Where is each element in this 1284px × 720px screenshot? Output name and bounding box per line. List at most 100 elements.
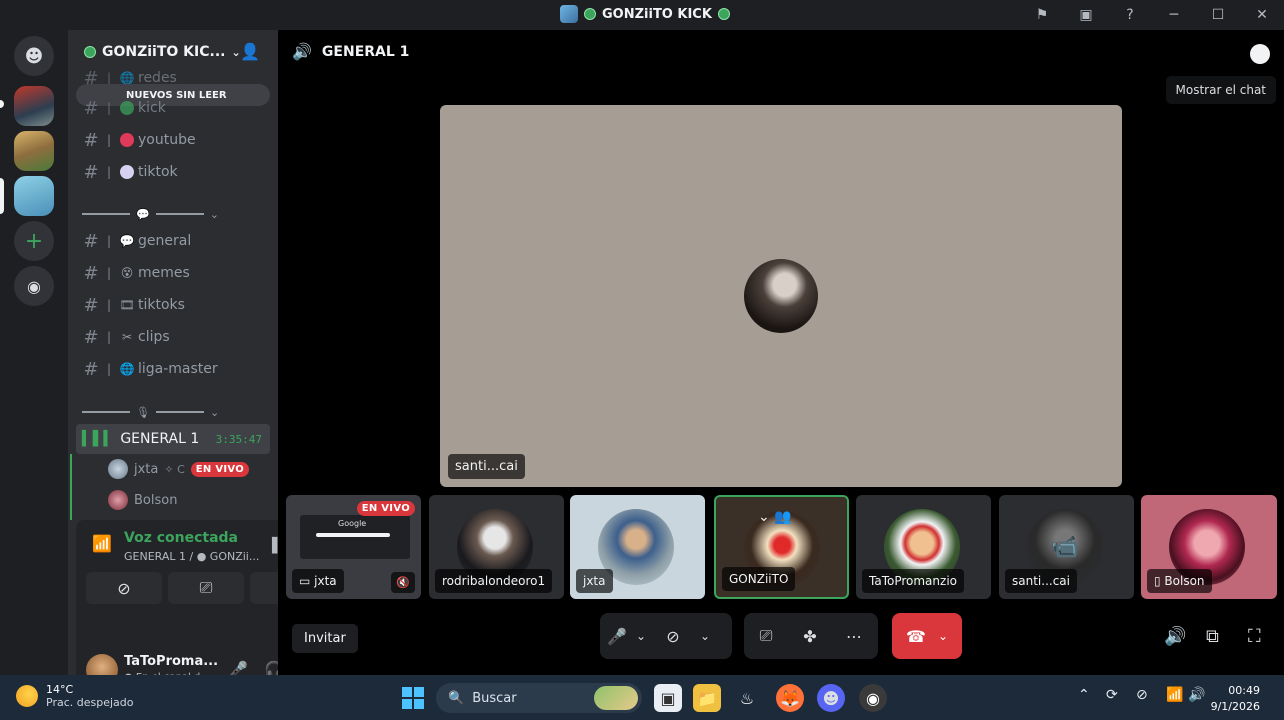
screen-share-icon: ⎚: [199, 578, 213, 597]
share-controls: ⎚ ✤ ⋯: [744, 613, 878, 659]
user-name[interactable]: TaToProma...: [124, 654, 218, 669]
participant-tile[interactable]: 📹 santi...cai: [999, 495, 1134, 599]
server-icon[interactable]: [14, 131, 54, 171]
channel-item[interactable]: # | tiktok: [80, 158, 270, 186]
channel-item[interactable]: # | 🌐 liga-master: [80, 355, 270, 383]
participant-name: ▭ jxta: [292, 569, 344, 593]
discord-home-icon[interactable]: ☻: [14, 36, 54, 76]
channel-item[interactable]: # | youtube: [80, 126, 270, 154]
avatar: [744, 259, 818, 333]
tooltip: Mostrar el chat: [1165, 76, 1276, 104]
file-explorer-icon[interactable]: 📁: [693, 684, 721, 712]
camera-off-icon[interactable]: ⊘: [648, 627, 698, 646]
popout-icon[interactable]: ⧉: [1206, 626, 1219, 647]
camera-off-button[interactable]: ⊘: [86, 572, 162, 604]
chevron-down-icon[interactable]: ⌄: [634, 629, 648, 643]
clock[interactable]: 00:49 9/1/2026: [1211, 683, 1260, 715]
minimize-icon[interactable]: ─: [1152, 0, 1196, 30]
signal-icon: 📶: [92, 534, 112, 553]
inbox-icon[interactable]: ▣: [1064, 0, 1108, 30]
category-label: 🎙: [136, 405, 150, 419]
voice-connected-title[interactable]: Voz conectada: [124, 530, 238, 546]
participant-tile[interactable]: ▯ Bolson: [1141, 495, 1277, 599]
focused-video-tile[interactable]: santi...cai: [440, 105, 1122, 487]
task-view-icon[interactable]: ▣: [654, 684, 682, 712]
search-placeholder: Buscar: [472, 690, 517, 706]
more-icon[interactable]: ⋯: [832, 627, 876, 646]
participant-tile[interactable]: rodribalondeoro1: [429, 495, 564, 599]
help-icon[interactable]: ?: [1108, 0, 1152, 30]
screen-share-button[interactable]: ⎚: [168, 572, 244, 604]
category-header[interactable]: 🎙 ⌄: [82, 402, 242, 422]
explore-icon[interactable]: ◉: [14, 266, 54, 306]
participant-name: TaToPromanzio: [862, 569, 964, 593]
category-header[interactable]: 💬 ⌄: [82, 204, 242, 224]
channel-item[interactable]: # | ✂ clips: [80, 323, 270, 351]
channel-item[interactable]: # | kick: [80, 94, 270, 122]
channel-item[interactable]: # | 😵 memes: [80, 259, 270, 287]
status-dot-icon: [84, 46, 96, 58]
screen-share-icon[interactable]: ⎚: [744, 626, 788, 646]
add-server-icon[interactable]: +: [14, 221, 54, 261]
speaker-icon[interactable]: 🔊: [1188, 687, 1205, 703]
search-highlight-image: [594, 686, 638, 710]
server-icon-active[interactable]: [14, 176, 54, 216]
chevron-up-icon[interactable]: ⌃: [1078, 687, 1090, 703]
microphone-icon[interactable]: 🎤: [600, 627, 634, 646]
voice-stage: 🔊 GENERAL 1 Mostrar el chat santi...cai …: [278, 30, 1284, 675]
flag-icon[interactable]: ⚑: [1020, 0, 1064, 30]
participant-tile[interactable]: TaToPromanzio: [856, 495, 991, 599]
avatar: [108, 459, 128, 479]
fullscreen-icon[interactable]: ⛶: [1248, 626, 1261, 647]
sync-icon[interactable]: ⟳: [1106, 687, 1118, 703]
voice-user[interactable]: Bolson: [108, 487, 177, 513]
tile-options-icons[interactable]: ⌄ 👥: [758, 509, 792, 525]
notification-off-icon[interactable]: ⊘: [1136, 687, 1148, 703]
voice-user[interactable]: jxta ✧ C EN VIVO: [108, 456, 250, 482]
participant-name-text: jxta: [314, 574, 337, 588]
muted-icon: 🔇: [391, 572, 415, 593]
show-chat-button[interactable]: [1250, 44, 1270, 64]
chevron-down-icon[interactable]: ⌄: [698, 629, 712, 643]
steam-icon[interactable]: ♨: [733, 684, 761, 712]
volume-icon[interactable]: 🔊: [1164, 626, 1186, 647]
hash-icon: #: [83, 326, 99, 348]
participant-tile[interactable]: Google EN VIVO ▭ jxta 🔇: [286, 495, 421, 599]
activities-icon[interactable]: ✤: [788, 627, 832, 646]
voice-user-name: Bolson: [134, 492, 178, 508]
weather-widget[interactable]: 14°C Prac. despejado: [16, 683, 133, 709]
windows-start-icon[interactable]: [402, 687, 424, 709]
disconnect-button[interactable]: ☎ ⌄: [892, 613, 962, 659]
participant-tile-selected[interactable]: ⌄ 👥 GONZiiTO: [714, 495, 849, 599]
obs-icon[interactable]: ◉: [859, 684, 887, 712]
participant-tile[interactable]: jxta: [570, 495, 705, 599]
channel-item[interactable]: # | 🎞 tiktoks: [80, 291, 270, 319]
maximize-icon[interactable]: ☐: [1196, 0, 1240, 30]
close-icon[interactable]: ✕: [1240, 0, 1284, 30]
wifi-icon[interactable]: 📶: [1166, 687, 1183, 703]
screen-share-icon: ▭: [299, 574, 315, 588]
hangup-icon: ☎: [906, 626, 926, 646]
voice-channel-general-1[interactable]: ▍▌▍ GENERAL 1 3:35:47: [76, 424, 270, 454]
server-icon[interactable]: [14, 86, 54, 126]
firefox-icon[interactable]: 🦊: [776, 684, 804, 712]
add-user-icon[interactable]: 👤: [240, 42, 260, 61]
invite-button[interactable]: Invitar: [292, 624, 358, 653]
voice-user-extra: ✧ C: [164, 462, 185, 476]
stage-title: GENERAL 1: [321, 43, 410, 60]
avatar: [108, 490, 128, 510]
hash-icon: #: [83, 262, 99, 284]
taskbar-search[interactable]: 🔍 Buscar: [436, 683, 642, 713]
window-title: GONZiiTO KICK: [560, 5, 730, 23]
channel-item[interactable]: # | 💬 general: [80, 227, 270, 255]
separator: |: [106, 234, 112, 248]
white-circle-icon: [116, 164, 138, 180]
separator: |: [106, 165, 112, 179]
channel-name: tiktoks: [138, 297, 185, 313]
voice-activity-icon: ▍▌▍: [82, 431, 115, 447]
discord-taskbar-icon[interactable]: ☻: [817, 684, 845, 712]
voice-connected-subtitle[interactable]: GENERAL 1 / ● GONZii...: [124, 550, 259, 563]
hash-icon: #: [83, 97, 99, 119]
category-line: [155, 213, 204, 215]
category-line: [82, 213, 130, 215]
